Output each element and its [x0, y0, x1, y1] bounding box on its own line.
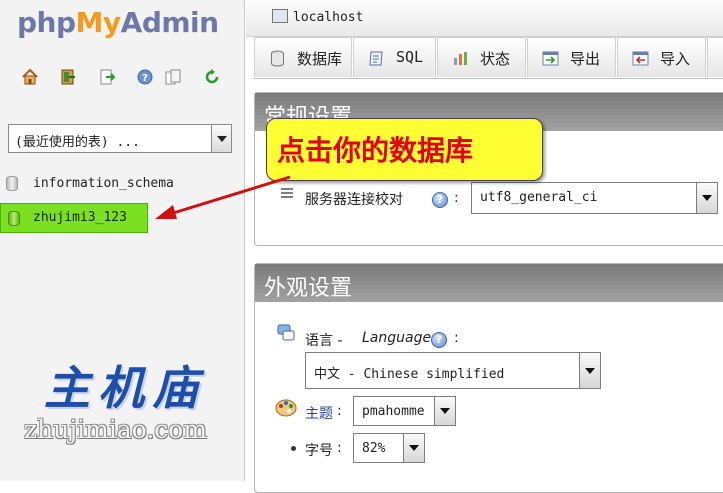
appearance-settings-panel: 外观设置 语言 - Language ? : 中文 - Chinese simp… — [254, 263, 723, 493]
list-icon — [281, 188, 293, 198]
server-link[interactable]: localhost — [293, 10, 363, 25]
language-select[interactable]: 中文 - Chinese simplified — [305, 352, 601, 389]
tab-status[interactable]: 状态 — [437, 37, 526, 77]
panel-title: 外观设置 — [255, 264, 723, 302]
tab-sql[interactable]: SQL — [353, 37, 436, 77]
export-icon — [542, 51, 559, 66]
server-icon — [272, 9, 288, 23]
query-icon[interactable] — [98, 68, 116, 86]
theme-link[interactable]: 主题 — [305, 403, 333, 423]
svg-text:?: ? — [142, 73, 148, 84]
watermark-url: zhujimiao.com — [24, 415, 208, 444]
collation-select[interactable]: utf8_general_ci — [471, 182, 718, 214]
database-icon — [8, 211, 20, 226]
phpmyadmin-logo[interactable]: phpMyAdmin — [17, 6, 219, 39]
help-icon[interactable]: ? — [432, 192, 448, 208]
top-tabs: 数据库 SQL 状态 导出 导入 — [254, 37, 723, 79]
collation-label: 服务器连接校对 — [305, 192, 403, 208]
chevron-down-icon[interactable] — [403, 434, 424, 462]
chevron-down-icon[interactable] — [211, 125, 231, 152]
sql-icon — [369, 51, 383, 66]
recent-tables-select[interactable]: (最近使用的表) ... — [8, 124, 232, 153]
chevron-down-icon[interactable] — [696, 183, 717, 213]
chevron-down-icon[interactable] — [579, 353, 600, 388]
docs-icon[interactable] — [164, 68, 182, 86]
database-item-information-schema[interactable]: information_schema — [4, 173, 234, 195]
help-icon[interactable]: ? — [136, 68, 154, 86]
main-content: localhost 数据库 SQL 状态 导出 导入 服务器连接校对 ?: u… — [246, 0, 723, 493]
help-icon[interactable]: ? — [431, 332, 447, 348]
watermark-chinese: 主机庙 — [44, 361, 206, 415]
annotation-callout: 点击你的数据库 — [266, 118, 543, 181]
import-icon — [632, 51, 649, 66]
chevron-down-icon[interactable] — [434, 397, 455, 425]
tab-export[interactable]: 导出 — [527, 37, 616, 77]
database-icon — [6, 176, 18, 191]
reload-icon[interactable] — [203, 68, 221, 86]
font-size-select[interactable]: 82% — [353, 433, 425, 463]
home-icon[interactable] — [21, 68, 39, 86]
navigation-panel: phpMyAdmin ? (最近使用的表) ... information_sc… — [0, 0, 245, 481]
status-icon — [454, 52, 467, 65]
language-icon — [277, 324, 295, 341]
tab-more[interactable] — [707, 37, 723, 77]
theme-select[interactable]: pmahomme — [353, 396, 456, 426]
database-icon — [271, 50, 284, 67]
theme-palette-icon — [275, 399, 297, 417]
tab-databases[interactable]: 数据库 — [254, 37, 352, 77]
bullet — [291, 446, 296, 451]
exit-icon[interactable] — [59, 68, 77, 86]
breadcrumb: localhost — [246, 0, 723, 37]
tab-import[interactable]: 导入 — [617, 37, 706, 77]
database-item-zhujimi3-123[interactable]: zhujimi3_123 — [0, 203, 148, 233]
